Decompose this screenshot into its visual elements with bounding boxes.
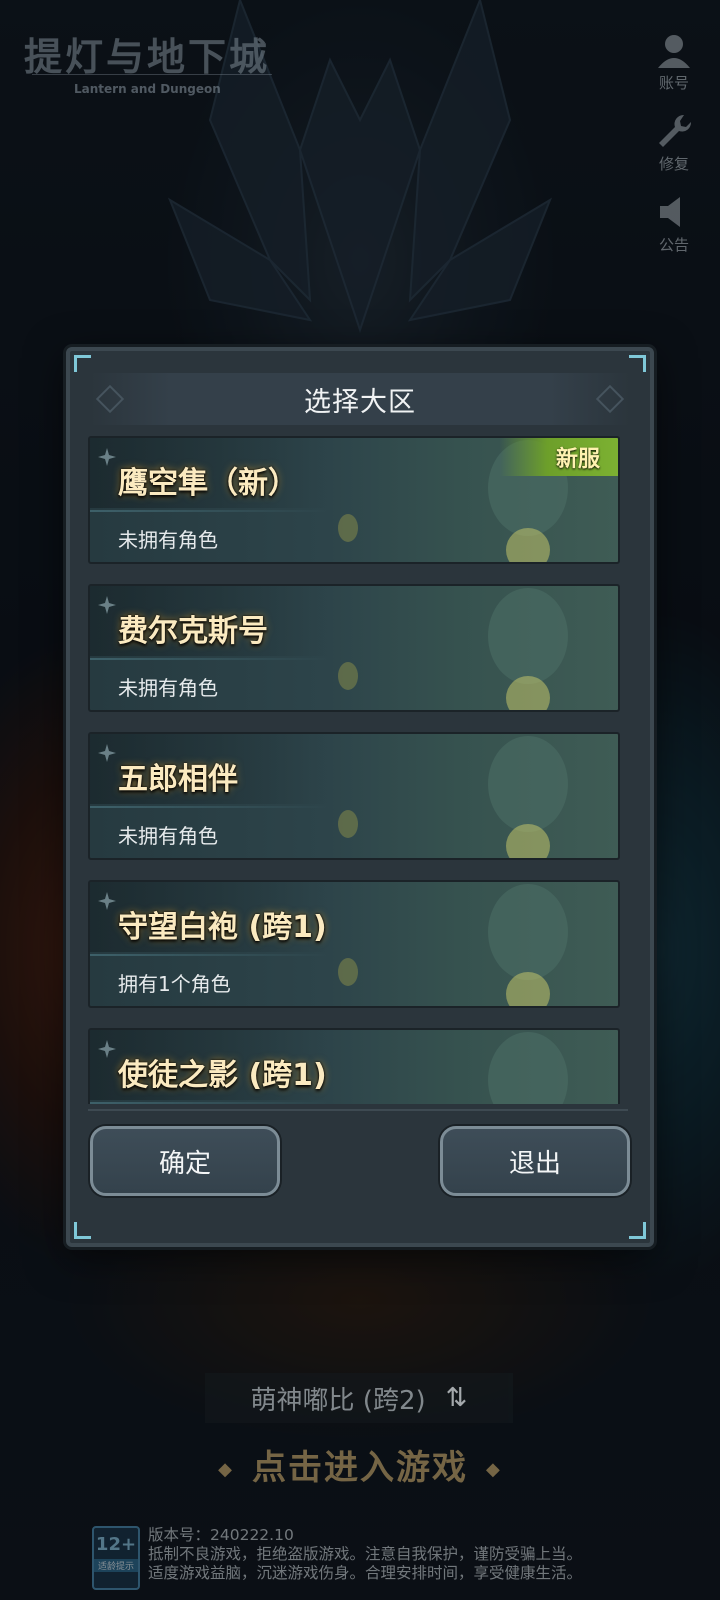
diamond-ornament bbox=[95, 384, 125, 414]
side-menu: 账号 修复 公告 bbox=[644, 30, 704, 273]
server-divider bbox=[90, 658, 330, 660]
server-name: 五郎相伴 bbox=[118, 762, 238, 797]
corner-ornament bbox=[629, 1222, 646, 1239]
sparkle-icon bbox=[98, 892, 116, 910]
logo-divider bbox=[32, 74, 272, 75]
exit-button[interactable]: 退出 bbox=[440, 1126, 630, 1196]
statue-art bbox=[338, 736, 568, 858]
current-server-selector[interactable]: 萌神嘟比 (跨2) ⇅ bbox=[205, 1373, 513, 1423]
repair-button[interactable]: 修复 bbox=[644, 111, 704, 174]
statue-art bbox=[338, 884, 568, 1006]
repair-label: 修复 bbox=[658, 155, 689, 173]
diamond-ornament bbox=[595, 384, 625, 414]
statue-art bbox=[338, 588, 568, 710]
server-divider bbox=[90, 954, 330, 956]
server-divider bbox=[90, 1102, 330, 1104]
version-text: 版本号：240222.10 bbox=[148, 1526, 294, 1544]
notice-label: 公告 bbox=[658, 236, 689, 254]
server-item[interactable]: 费尔克斯号 未拥有角色 bbox=[88, 584, 620, 712]
corner-ornament bbox=[629, 355, 646, 372]
dialog-title: 选择大区 bbox=[304, 386, 416, 418]
notice-line-2: 适度游戏益脑，沉迷游戏伤身。合理安排时间，享受健康生活。 bbox=[148, 1564, 583, 1582]
server-list[interactable]: 鹰空隼（新） 未拥有角色 新服 费尔克斯号 未拥有角色 五郎相伴 未拥有角色 守… bbox=[88, 436, 628, 1104]
server-status: 未拥有角色 bbox=[118, 528, 218, 552]
age-rating-badge: 12+ 适龄提示 bbox=[92, 1526, 140, 1590]
game-title-cn: 提灯与地下城 bbox=[24, 34, 271, 79]
age-rating: 12+ bbox=[95, 1534, 137, 1555]
enter-game-label: 点击进入游戏 bbox=[252, 1448, 468, 1488]
sparkle-icon bbox=[98, 596, 116, 614]
new-server-badge: 新服 bbox=[500, 438, 618, 476]
speaker-icon bbox=[660, 197, 680, 227]
diamond-icon: ◆ bbox=[486, 1459, 502, 1480]
dialog-title-bar: 选择大区 bbox=[90, 373, 630, 425]
confirm-button[interactable]: 确定 bbox=[90, 1126, 280, 1196]
server-status: 未拥有角色 bbox=[118, 824, 218, 848]
game-title-en: Lantern and Dungeon bbox=[74, 82, 221, 96]
notice-button[interactable]: 公告 bbox=[644, 192, 704, 255]
account-button[interactable]: 账号 bbox=[644, 30, 704, 93]
server-item[interactable]: 五郎相伴 未拥有角色 bbox=[88, 732, 620, 860]
dialog-divider bbox=[88, 1109, 628, 1111]
enter-game-button[interactable]: ◆ 点击进入游戏 ◆ bbox=[0, 1440, 720, 1489]
server-divider bbox=[90, 806, 330, 808]
sparkle-icon bbox=[98, 744, 116, 762]
server-item[interactable]: 鹰空隼（新） 未拥有角色 新服 bbox=[88, 436, 620, 564]
notice-line-1: 抵制不良游戏，拒绝盗版游戏。注意自我保护，谨防受骗上当。 bbox=[148, 1545, 583, 1563]
game-logo: 提灯与地下城 Lantern and Dungeon bbox=[24, 26, 274, 106]
age-rating-tag: 适龄提示 bbox=[94, 1559, 138, 1572]
server-item[interactable]: 使徒之影 (跨1) bbox=[88, 1028, 620, 1104]
server-name: 使徒之影 (跨1) bbox=[118, 1058, 327, 1093]
server-status: 未拥有角色 bbox=[118, 676, 218, 700]
account-icon bbox=[658, 35, 690, 68]
account-label: 账号 bbox=[658, 74, 689, 92]
statue-art bbox=[488, 1032, 568, 1104]
footer-notice: 版本号：240222.10 抵制不良游戏，拒绝盗版游戏。注意自我保护，谨防受骗上… bbox=[148, 1526, 708, 1583]
wrench-icon bbox=[659, 114, 692, 147]
server-name: 鹰空隼（新） bbox=[118, 466, 298, 501]
sparkle-icon bbox=[98, 1040, 116, 1058]
server-select-dialog: 选择大区 鹰空隼（新） 未拥有角色 新服 费尔克斯号 未拥有角色 五郎相伴 未拥… bbox=[66, 347, 654, 1247]
server-item[interactable]: 守望白袍 (跨1) 拥有1个角色 bbox=[88, 880, 620, 1008]
sparkle-icon bbox=[98, 448, 116, 466]
current-server-name: 萌神嘟比 (跨2) bbox=[250, 1385, 426, 1416]
corner-ornament bbox=[74, 355, 91, 372]
server-status: 拥有1个角色 bbox=[118, 972, 231, 996]
diamond-icon: ◆ bbox=[218, 1459, 234, 1480]
server-divider bbox=[90, 510, 330, 512]
corner-ornament bbox=[74, 1222, 91, 1239]
server-name: 费尔克斯号 bbox=[118, 614, 268, 649]
swap-icon: ⇅ bbox=[445, 1383, 468, 1413]
server-name: 守望白袍 (跨1) bbox=[118, 910, 327, 945]
